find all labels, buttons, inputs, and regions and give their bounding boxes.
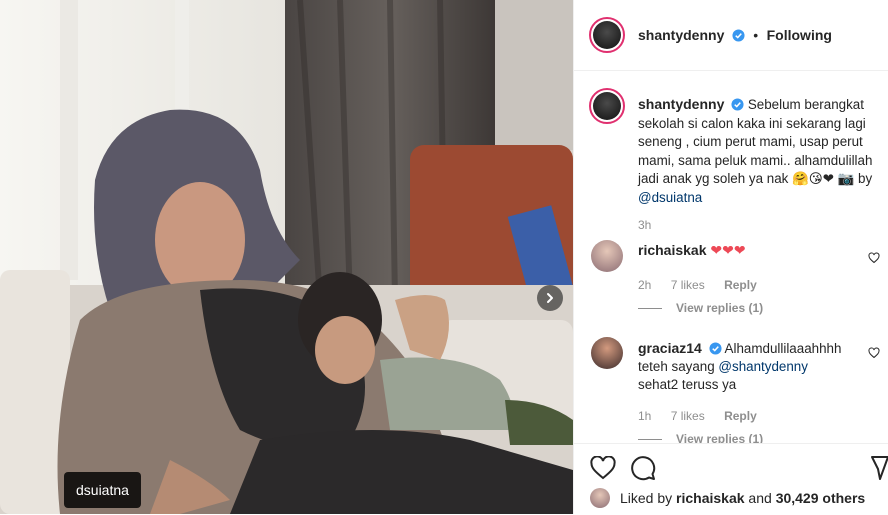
comment-time[interactable]: 2h [638, 278, 651, 292]
caption-username[interactable]: shantydenny [638, 96, 724, 112]
heart-icon[interactable] [868, 347, 880, 359]
comment-1: richaiskak ❤❤❤ [638, 242, 746, 259]
comments-list[interactable]: shantydenny Sebelum berangkat sekolah si… [574, 71, 888, 443]
verified-badge-icon [732, 29, 745, 42]
comment-time[interactable]: 1h [638, 409, 651, 423]
photo-illustration [0, 0, 573, 514]
author-row: shantydenny • Following [638, 27, 832, 45]
liked-by-user[interactable]: richaiskak [676, 490, 745, 506]
caption-time[interactable]: 3h [638, 218, 651, 232]
caption-mention[interactable]: @dsuiatna [638, 190, 702, 205]
liked-by-prefix: Liked by [620, 490, 677, 506]
comment-2-meta: 1h 7 likes Reply [638, 409, 773, 423]
comment-likes[interactable]: 7 likes [671, 409, 705, 423]
caption-avatar[interactable] [589, 88, 625, 124]
comment-2: graciaz14 Alhamdullilaaahhhh teteh sayan… [638, 339, 848, 394]
reply-button[interactable]: Reply [724, 409, 757, 423]
verified-badge-icon [731, 98, 744, 111]
liked-by-count[interactable]: 30,429 others [776, 490, 866, 506]
comment-text: ❤❤❤ [710, 242, 746, 258]
separator-dot: • [753, 27, 759, 43]
post-header: shantydenny • Following [574, 0, 888, 71]
divider [638, 439, 662, 441]
comment-text-end: sehat2 teruss ya [638, 377, 737, 392]
heart-icon[interactable] [868, 252, 880, 264]
chevron-right-icon [547, 293, 553, 303]
author-avatar[interactable] [589, 17, 625, 53]
caption-meta: 3h [638, 218, 667, 232]
view-replies-label: View replies (1) [676, 432, 764, 443]
comment-avatar[interactable] [591, 240, 623, 272]
comment-icon[interactable] [630, 455, 656, 481]
comment-mention[interactable]: @shantydenny [718, 359, 808, 374]
comment-avatar[interactable] [591, 337, 623, 369]
reply-button[interactable]: Reply [724, 278, 757, 292]
liked-by-summary: Liked by richaiskak and 30,429 others [620, 490, 865, 506]
liker-avatar[interactable] [590, 488, 610, 508]
comment-username[interactable]: graciaz14 [638, 340, 702, 356]
view-replies-button[interactable]: View replies (1) [638, 432, 763, 443]
post-side-panel: shantydenny • Following shantydenny Sebe… [573, 0, 888, 514]
comment-likes[interactable]: 7 likes [671, 278, 705, 292]
author-username[interactable]: shantydenny [638, 27, 724, 43]
liked-by-mid: and [744, 490, 776, 506]
comment-1-meta: 2h 7 likes Reply [638, 278, 773, 292]
following-button[interactable]: Following [767, 27, 832, 43]
caption: shantydenny Sebelum berangkat sekolah si… [638, 95, 878, 207]
next-photo-button[interactable] [537, 285, 563, 311]
share-icon[interactable] [870, 455, 888, 481]
divider [638, 308, 662, 310]
view-replies-label: View replies (1) [676, 301, 764, 315]
verified-badge-icon [709, 342, 722, 355]
post-photo[interactable]: dsuiatna [0, 0, 573, 514]
heart-icon[interactable] [590, 456, 616, 480]
comment-username[interactable]: richaiskak [638, 242, 707, 258]
view-replies-button[interactable]: View replies (1) [638, 301, 763, 315]
photo-user-tag[interactable]: dsuiatna [64, 472, 141, 508]
